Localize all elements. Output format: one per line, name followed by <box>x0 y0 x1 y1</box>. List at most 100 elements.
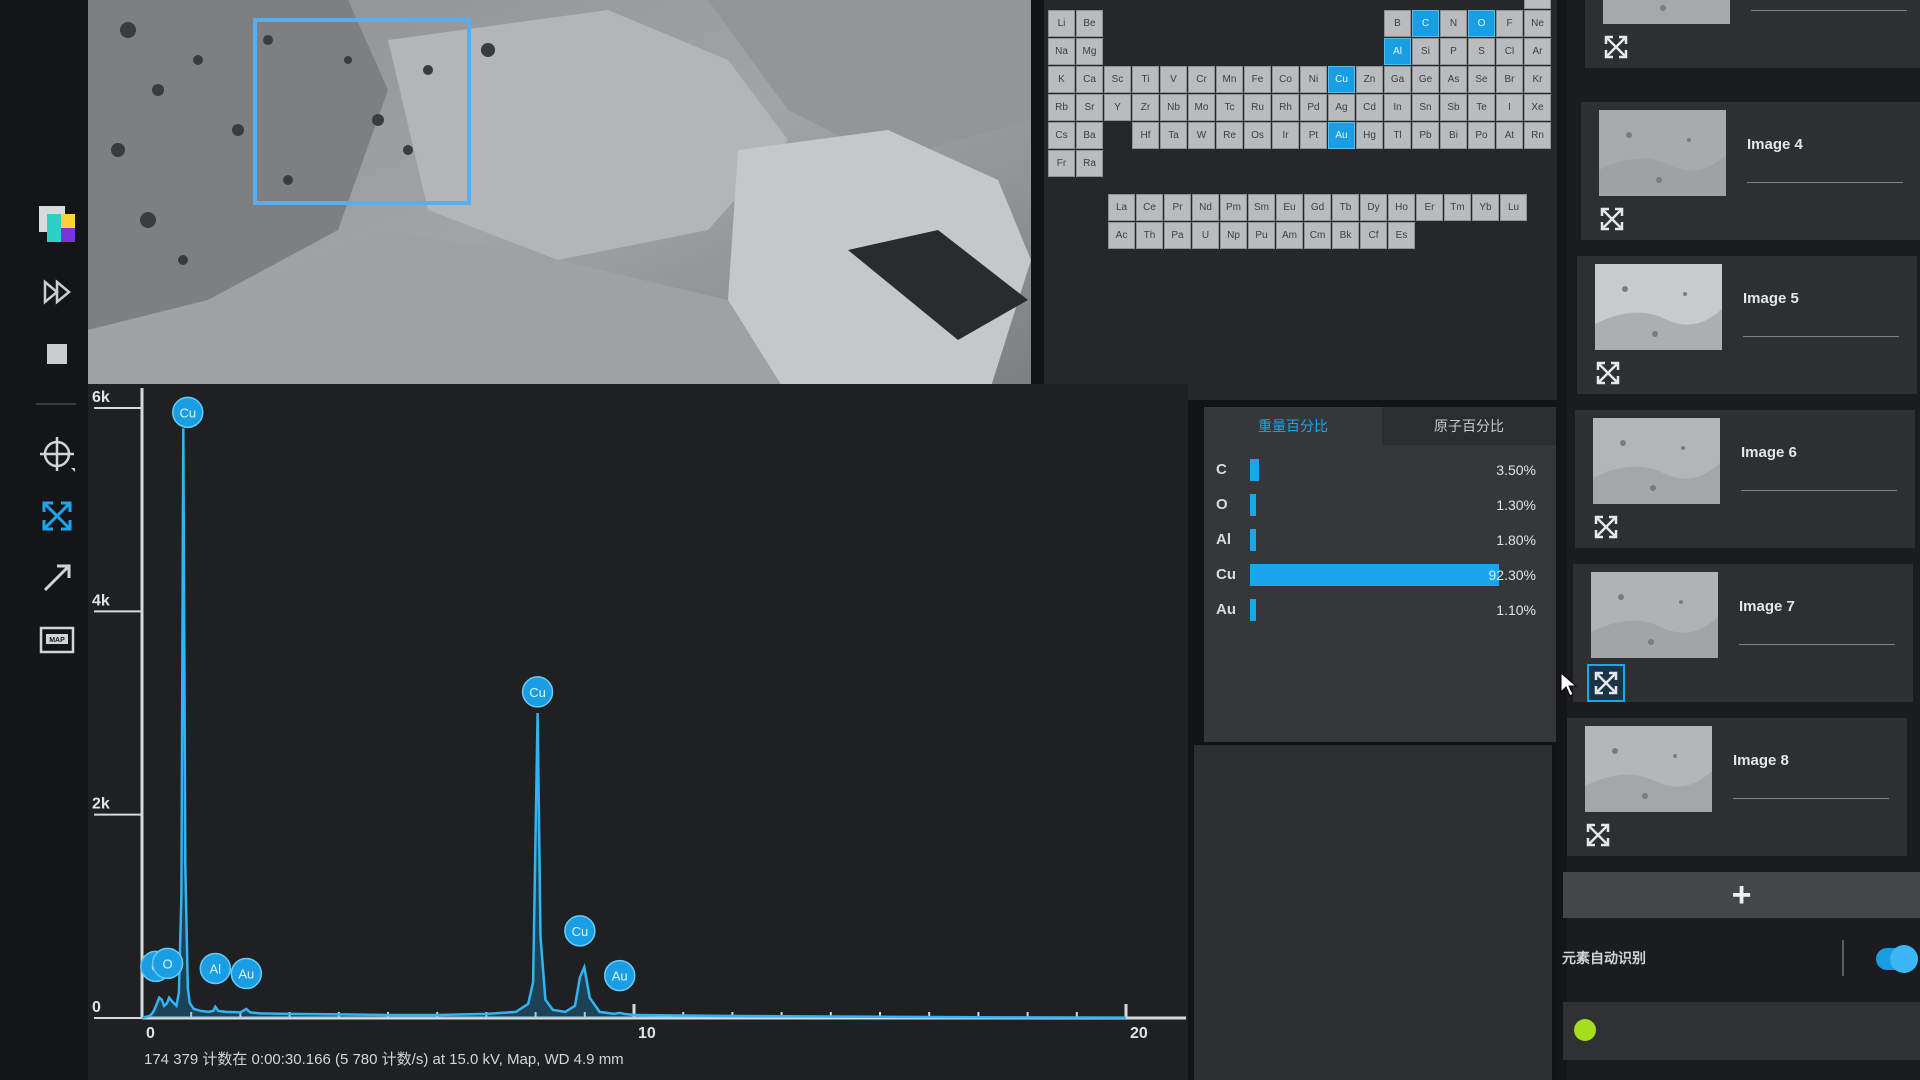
element-ce[interactable]: Ce <box>1136 194 1163 221</box>
element-i[interactable]: I <box>1496 94 1523 121</box>
element-au[interactable]: Au <box>1328 122 1355 149</box>
element-np[interactable]: Np <box>1220 222 1247 249</box>
element-ir[interactable]: Ir <box>1272 122 1299 149</box>
image-card[interactable] <box>1585 0 1920 68</box>
element-u[interactable]: U <box>1192 222 1219 249</box>
expand-icon[interactable] <box>1587 664 1625 702</box>
element-as[interactable]: As <box>1440 66 1467 93</box>
element-zn[interactable]: Zn <box>1356 66 1383 93</box>
image-card[interactable]: Image 5 <box>1577 256 1917 394</box>
element-pr[interactable]: Pr <box>1164 194 1191 221</box>
map-icon[interactable]: MAP <box>33 616 81 664</box>
element-cs[interactable]: Cs <box>1048 122 1075 149</box>
element-nd[interactable]: Nd <box>1192 194 1219 221</box>
element-rh[interactable]: Rh <box>1272 94 1299 121</box>
element-ba[interactable]: Ba <box>1076 122 1103 149</box>
element-xe[interactable]: Xe <box>1524 94 1551 121</box>
element-ta[interactable]: Ta <box>1160 122 1187 149</box>
element-tm[interactable]: Tm <box>1444 194 1471 221</box>
element-nb[interactable]: Nb <box>1160 94 1187 121</box>
element-kr[interactable]: Kr <box>1524 66 1551 93</box>
element-mn[interactable]: Mn <box>1216 66 1243 93</box>
element-ru[interactable]: Ru <box>1244 94 1271 121</box>
element-dy[interactable]: Dy <box>1360 194 1387 221</box>
image-thumbnail[interactable] <box>1593 418 1720 504</box>
element-eu[interactable]: Eu <box>1276 194 1303 221</box>
element-al[interactable]: Al <box>1384 38 1411 65</box>
add-image-button[interactable]: + <box>1563 872 1920 918</box>
element-si[interactable]: Si <box>1412 38 1439 65</box>
element-ho[interactable]: Ho <box>1388 194 1415 221</box>
fast-forward-icon[interactable] <box>33 268 81 316</box>
element-na[interactable]: Na <box>1048 38 1075 65</box>
expand-icon[interactable] <box>1589 510 1623 544</box>
element-cl[interactable]: Cl <box>1496 38 1523 65</box>
element-pm[interactable]: Pm <box>1220 194 1247 221</box>
element-b[interactable]: B <box>1384 10 1411 37</box>
element-fe[interactable]: Fe <box>1244 66 1271 93</box>
element-cr[interactable]: Cr <box>1188 66 1215 93</box>
element-gd[interactable]: Gd <box>1304 194 1331 221</box>
element-sc[interactable]: Sc <box>1104 66 1131 93</box>
expand-icon[interactable] <box>1599 30 1633 64</box>
element-la[interactable]: La <box>1108 194 1135 221</box>
element-ge[interactable]: Ge <box>1412 66 1439 93</box>
stop-icon[interactable] <box>33 330 81 378</box>
element-be[interactable]: Be <box>1076 10 1103 37</box>
tab-atomic-percent[interactable]: 原子百分比 <box>1382 407 1556 445</box>
element-ne[interactable]: Ne <box>1524 10 1551 37</box>
element-cu[interactable]: Cu <box>1328 66 1355 93</box>
arrow-icon[interactable] <box>33 554 81 602</box>
element-rn[interactable]: Rn <box>1524 122 1551 149</box>
element-pd[interactable]: Pd <box>1300 94 1327 121</box>
image-thumbnail[interactable] <box>1595 264 1722 350</box>
element-mg[interactable]: Mg <box>1076 38 1103 65</box>
element-re[interactable]: Re <box>1216 122 1243 149</box>
element-pb[interactable]: Pb <box>1412 122 1439 149</box>
element-p[interactable]: P <box>1440 38 1467 65</box>
element-ag[interactable]: Ag <box>1328 94 1355 121</box>
element-o[interactable]: O <box>1468 10 1495 37</box>
image-card[interactable]: Image 7 <box>1573 564 1913 702</box>
element-sm[interactable]: Sm <box>1248 194 1275 221</box>
image-card[interactable]: Image 4 <box>1581 102 1920 240</box>
element-er[interactable]: Er <box>1416 194 1443 221</box>
image-thumbnail[interactable] <box>1585 726 1712 812</box>
element-rb[interactable]: Rb <box>1048 94 1075 121</box>
element-ca[interactable]: Ca <box>1076 66 1103 93</box>
element-th[interactable]: Th <box>1136 222 1163 249</box>
element-lu[interactable]: Lu <box>1500 194 1527 221</box>
element-k[interactable]: K <box>1048 66 1075 93</box>
element-tb[interactable]: Tb <box>1332 194 1359 221</box>
image-card[interactable]: Image 6 <box>1575 410 1915 548</box>
element-mo[interactable]: Mo <box>1188 94 1215 121</box>
element-at[interactable]: At <box>1496 122 1523 149</box>
element-am[interactable]: Am <box>1276 222 1303 249</box>
element-sn[interactable]: Sn <box>1412 94 1439 121</box>
element-hg[interactable]: Hg <box>1356 122 1383 149</box>
sem-image[interactable] <box>88 0 1031 396</box>
element-pu[interactable]: Pu <box>1248 222 1275 249</box>
element-bi[interactable]: Bi <box>1440 122 1467 149</box>
expand-icon[interactable] <box>1581 818 1615 852</box>
element-cd[interactable]: Cd <box>1356 94 1383 121</box>
image-thumbnail[interactable] <box>1591 572 1718 658</box>
element-he[interactable]: He <box>1524 0 1551 9</box>
spectrum-chart[interactable]: 02k4k6k 01020 COCuAlAuCuCuAu <box>88 384 1188 1080</box>
element-ni[interactable]: Ni <box>1300 66 1327 93</box>
element-pa[interactable]: Pa <box>1164 222 1191 249</box>
element-sr[interactable]: Sr <box>1076 94 1103 121</box>
element-tc[interactable]: Tc <box>1216 94 1243 121</box>
element-po[interactable]: Po <box>1468 122 1495 149</box>
element-hf[interactable]: Hf <box>1132 122 1159 149</box>
element-yb[interactable]: Yb <box>1472 194 1499 221</box>
element-fr[interactable]: Fr <box>1048 150 1075 177</box>
element-te[interactable]: Te <box>1468 94 1495 121</box>
auto-identify-toggle[interactable] <box>1876 945 1918 973</box>
color-palette-icon[interactable] <box>33 200 81 248</box>
expand-icon[interactable] <box>1595 202 1629 236</box>
element-w[interactable]: W <box>1188 122 1215 149</box>
element-tl[interactable]: Tl <box>1384 122 1411 149</box>
tab-weight-percent[interactable]: 重量百分比 <box>1204 407 1382 445</box>
element-v[interactable]: V <box>1160 66 1187 93</box>
